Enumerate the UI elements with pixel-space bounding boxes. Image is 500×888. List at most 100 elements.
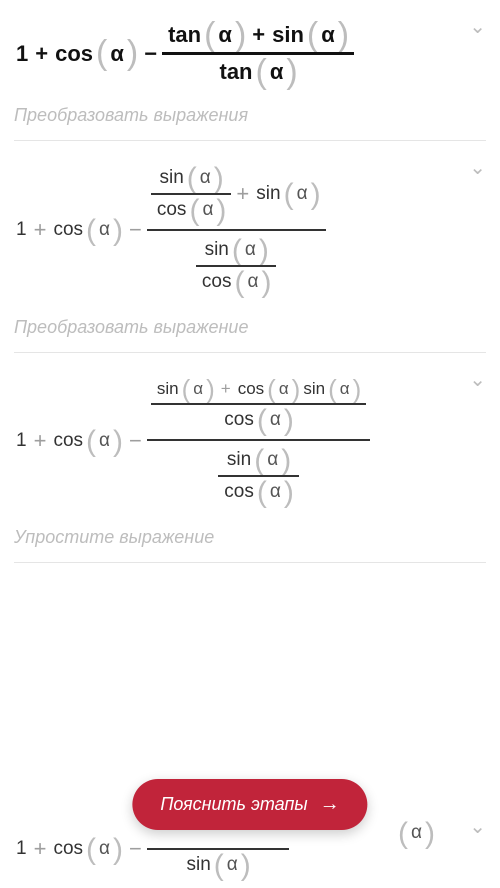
cos-term: cos ( α ): [51, 219, 124, 241]
var-alpha: α: [277, 379, 291, 399]
paren-l: (: [256, 413, 268, 428]
paren-l: (: [85, 842, 97, 857]
paren-r: ): [337, 27, 350, 44]
cos-term: cos ( α ): [51, 430, 124, 452]
var-alpha: α: [225, 854, 240, 876]
fn-label: cos: [51, 219, 85, 241]
cos-term: cos ( α ): [200, 271, 273, 293]
chevron-down-icon[interactable]: ⌄: [469, 14, 486, 39]
op-plus: +: [231, 181, 254, 207]
fn-label: tan: [218, 59, 255, 85]
paren-l: (: [85, 223, 97, 238]
cos-term: cos ( α ): [222, 481, 295, 503]
paren-l: (: [327, 383, 338, 396]
var-alpha: α: [268, 59, 286, 85]
fn-label: cos: [222, 481, 256, 503]
fraction-outer: sin ( α ) + cos ( α ) si: [147, 371, 370, 511]
var-alpha: α: [97, 838, 112, 860]
fn-label: cos: [51, 838, 85, 860]
op-plus: +: [216, 379, 236, 399]
paren-r: ): [234, 27, 247, 44]
cos-term: cos ( α ): [51, 838, 124, 860]
var-alpha: α: [265, 449, 280, 471]
var-alpha: α: [191, 379, 205, 399]
fraction-inner-top: sin ( α ) + cos ( α ) si: [151, 375, 366, 435]
paren-l: (: [397, 826, 409, 841]
fn-label: sin: [225, 449, 253, 471]
pill-label: Пояснить этапы: [160, 794, 307, 815]
expression-1: 1 + cos ( α ) − tan ( α ) + sin ( α: [14, 18, 486, 89]
paren-r: ): [126, 45, 139, 62]
op-minus: −: [124, 836, 147, 862]
paren-r: ): [112, 434, 124, 449]
explain-steps-button[interactable]: Пояснить этапы →: [132, 779, 367, 830]
var-alpha: α: [108, 41, 126, 67]
var-alpha: α: [409, 822, 424, 844]
sin-term: sin ( α ): [158, 167, 225, 189]
paren-l: (: [253, 453, 265, 468]
paren-l: (: [234, 275, 246, 290]
paren-r: ): [424, 826, 436, 841]
op-plus: +: [30, 41, 53, 67]
paren-l: (: [283, 187, 295, 202]
var-alpha: α: [319, 22, 337, 48]
cos-term: cos ( α ): [53, 41, 139, 67]
var-alpha: α: [268, 409, 283, 431]
chevron-down-icon[interactable]: ⌄: [469, 814, 486, 839]
divider: [14, 562, 486, 563]
expression-2: 1 + cos ( α ) − sin ( α ): [14, 159, 486, 301]
tan-term: tan ( α ): [218, 59, 299, 85]
num-one: 1: [14, 838, 29, 860]
cos-term: cos ( α ): [155, 199, 228, 221]
sin-term: sin ( α ): [185, 854, 252, 876]
paren-r: ): [283, 413, 295, 428]
fraction-inner-top: sin ( α ) cos ( α ): [151, 163, 232, 225]
arrow-right-icon: →: [320, 793, 340, 816]
fn-label: cos: [236, 379, 266, 399]
sin-term: sin ( α ): [225, 449, 292, 471]
fn-label: sin: [254, 183, 282, 205]
fn-label: cos: [155, 199, 189, 221]
cos-term: cos ( α ): [222, 409, 295, 431]
paren-l: (: [255, 64, 268, 81]
expression-3: 1 + cos ( α ) − sin ( α ) +: [14, 371, 486, 511]
paren-r: ): [291, 383, 302, 396]
var-alpha: α: [216, 22, 234, 48]
sin-term: sin ( α ): [155, 379, 216, 399]
var-alpha: α: [97, 430, 112, 452]
var-alpha: α: [295, 183, 310, 205]
paren-r: ): [280, 453, 292, 468]
paren-l: (: [181, 383, 192, 396]
paren-r: ): [258, 243, 270, 258]
paren-r: ): [240, 858, 252, 873]
paren-l: (: [213, 858, 225, 873]
op-minus: −: [124, 217, 147, 243]
paren-r: ): [285, 64, 298, 81]
step-2: ⌄ 1 + cos ( α ) − sin ( α ): [0, 141, 500, 309]
sin-term: sin ( α ): [301, 379, 362, 399]
cos-term: cos ( α ): [236, 379, 302, 399]
op-plus: +: [247, 22, 270, 48]
num-one: 1: [14, 219, 29, 241]
num-one: 1: [14, 41, 30, 67]
paren-r: ): [352, 383, 363, 396]
sin-term: sin ( α ): [203, 239, 270, 261]
fraction-inner-bot: sin ( α ) cos ( α ): [196, 235, 277, 297]
op-plus: +: [29, 217, 52, 243]
step-1: ⌄ 1 + cos ( α ) − tan ( α ) + sin (: [0, 0, 500, 97]
paren-l: (: [186, 171, 198, 186]
fn-label: cos: [222, 409, 256, 431]
paren-r: ): [112, 223, 124, 238]
var-alpha: α: [268, 481, 283, 503]
chevron-down-icon[interactable]: ⌄: [469, 367, 486, 392]
fn-label: sin: [301, 379, 327, 399]
chevron-down-icon[interactable]: ⌄: [469, 155, 486, 180]
paren-l: (: [188, 203, 200, 218]
paren-l: (: [203, 27, 216, 44]
fn-label: sin: [155, 379, 181, 399]
paren-r: ): [205, 383, 216, 396]
fn-label: cos: [51, 430, 85, 452]
op-plus: +: [29, 428, 52, 454]
hint-1: Преобразовать выражения: [0, 97, 500, 140]
hint-2: Преобразовать выражение: [0, 309, 500, 352]
